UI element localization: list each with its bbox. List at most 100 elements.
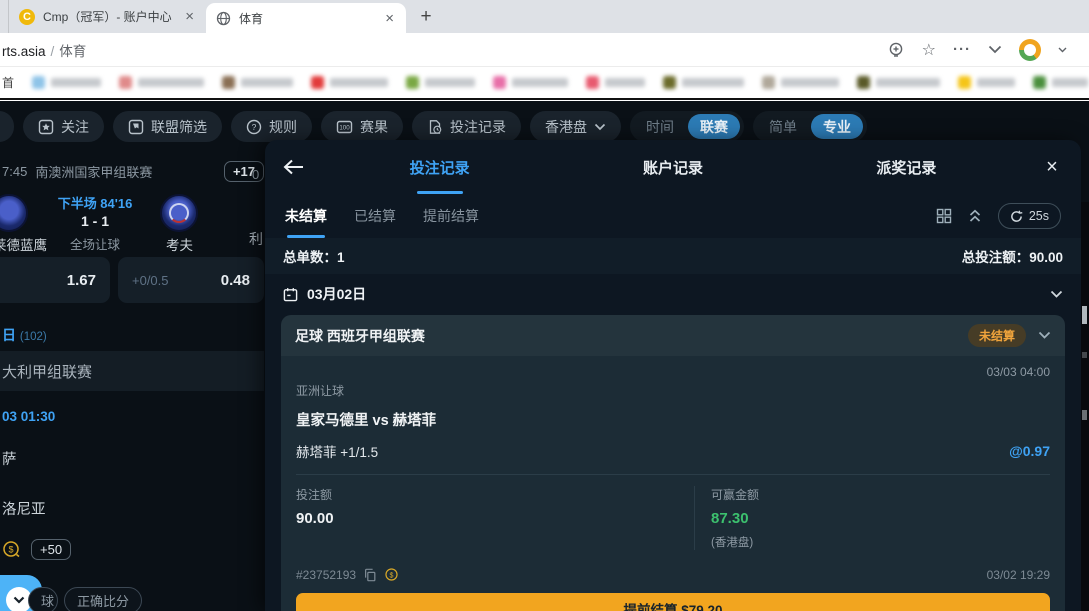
- bookmark-item[interactable]: [222, 76, 293, 89]
- url-text[interactable]: rts.asia/体育: [2, 40, 86, 60]
- page-insights-icon[interactable]: [887, 41, 905, 59]
- match-league-row: 7:45 南澳洲国家甲组联赛 +17: [2, 161, 264, 182]
- odds-type-label: 香港盘: [545, 117, 587, 137]
- bookmark-item[interactable]: [958, 76, 1015, 89]
- browser-tab-strip: C Cmp（冠军）- 账户中心 × 体育 × +: [0, 0, 1089, 33]
- odds-button-home[interactable]: 5 1.67: [0, 257, 110, 303]
- odds-value: 1.67: [67, 272, 96, 289]
- placed-time: 03/02 19:29: [987, 568, 1050, 582]
- clipped-text-fragment: 利: [249, 229, 263, 249]
- bookmark-item[interactable]: [493, 76, 568, 89]
- back-arrow-icon[interactable]: [265, 159, 323, 175]
- today-section-label[interactable]: 日 (102): [2, 325, 47, 345]
- svg-text:?: ?: [252, 122, 257, 132]
- bookmark-star-icon[interactable]: ☆: [922, 40, 936, 60]
- bet-card: 足球 西班牙甲组联赛 未结算 03/03 04:00 亚洲让球 皇家马德里 vs…: [281, 315, 1065, 611]
- date-group-label: 03月02日: [307, 284, 366, 304]
- follow-button[interactable]: 关注: [23, 111, 104, 142]
- toggle-league[interactable]: 联赛: [688, 114, 740, 139]
- new-tab-button[interactable]: +: [412, 3, 440, 31]
- toggle-simple[interactable]: 简单: [757, 117, 809, 137]
- league-filter-label: 联盟筛选: [151, 117, 207, 137]
- league-section-row[interactable]: 大利甲组联赛: [0, 351, 264, 391]
- plus-markets-badge[interactable]: +50: [31, 539, 71, 560]
- grid-view-icon[interactable]: [936, 208, 952, 224]
- bet-league: 足球 西班牙甲组联赛: [295, 326, 425, 346]
- bookmark-item[interactable]: [311, 76, 388, 89]
- tab-account-records[interactable]: 账户记录: [556, 141, 789, 194]
- bet-records-label: 投注记录: [450, 117, 506, 137]
- summary-row: 总单数：1 总投注额：90.00: [265, 238, 1081, 274]
- rules-label: 规则: [269, 117, 297, 137]
- collapse-all-icon[interactable]: [968, 209, 982, 223]
- kickoff-time: 03/03 04:00: [296, 356, 1050, 379]
- bookmark-item[interactable]: [857, 76, 940, 89]
- match-league-name: 南澳洲国家甲组联赛: [35, 162, 152, 181]
- clipped-text-fragment: 0: [252, 167, 259, 182]
- home-team-name: 莱德蓝鹰: [0, 234, 47, 254]
- right-edge-strip: [1081, 202, 1089, 611]
- match-period: 下半场 84'16: [0, 193, 190, 212]
- results-button[interactable]: 100 赛果: [321, 111, 403, 142]
- close-icon[interactable]: ×: [1023, 156, 1081, 179]
- bookmark-item[interactable]: [762, 76, 839, 89]
- browser-tab-account[interactable]: C Cmp（冠军）- 账户中心 ×: [8, 0, 206, 33]
- correct-score-pill[interactable]: 正确比分: [64, 587, 142, 611]
- svg-text:$: $: [8, 544, 13, 554]
- match-score: 1 - 1: [0, 213, 190, 229]
- calendar-icon: [283, 287, 298, 302]
- chevron-down-icon[interactable]: [988, 45, 1002, 54]
- profile-caret-icon[interactable]: [1058, 47, 1067, 53]
- odds-type-select[interactable]: 香港盘: [530, 111, 621, 142]
- tab-bet-records[interactable]: 投注记录: [323, 141, 556, 194]
- total-stake: 总投注额：90.00: [962, 246, 1063, 266]
- bookmark-item[interactable]: [406, 76, 475, 89]
- bookmark-item[interactable]: [1033, 76, 1088, 89]
- cashout-button[interactable]: 提前结算 $79.20: [296, 593, 1050, 611]
- toggle-pro[interactable]: 专业: [811, 114, 863, 139]
- chevron-down-icon[interactable]: [1038, 331, 1051, 340]
- subtab-settled[interactable]: 已结算: [354, 194, 396, 238]
- odds-type-note: (香港盘): [711, 534, 1050, 550]
- tab-close-icon[interactable]: ×: [383, 11, 396, 26]
- bookmark-item[interactable]: [32, 76, 101, 89]
- upcoming-match-time: 03 01:30: [2, 409, 55, 424]
- bet-card-header[interactable]: 足球 西班牙甲组联赛 未结算: [281, 315, 1065, 356]
- bookmark-text-fragment[interactable]: 首: [2, 74, 14, 91]
- match-time: 7:45: [2, 164, 27, 179]
- upcoming-home-team: 萨: [2, 448, 17, 469]
- win-value: 87.30: [711, 510, 1050, 527]
- sort-toggle: 时间 联赛: [630, 111, 744, 142]
- refresh-timer-button[interactable]: 25s: [998, 203, 1061, 229]
- tab-close-icon[interactable]: ×: [183, 9, 196, 24]
- bookmark-item[interactable]: [663, 76, 744, 89]
- toggle-time[interactable]: 时间: [634, 117, 686, 137]
- subtab-early-settled[interactable]: 提前结算: [423, 194, 479, 238]
- market-pill-fragment[interactable]: 球: [28, 587, 58, 611]
- bet-records-button[interactable]: 投注记录: [412, 111, 521, 142]
- date-group-row[interactable]: 03月02日: [265, 274, 1081, 314]
- cashout-coin-icon[interactable]: $: [384, 567, 399, 582]
- copy-icon[interactable]: [363, 568, 377, 582]
- away-team-name: 考夫: [166, 234, 193, 254]
- bookmark-item[interactable]: [586, 76, 645, 89]
- nav-stub-button[interactable]: [0, 111, 14, 142]
- more-options-icon[interactable]: ···: [953, 41, 971, 58]
- subtab-unsettled[interactable]: 未结算: [285, 194, 327, 238]
- modal-header: 投注记录 账户记录 派奖记录 ×: [265, 140, 1081, 194]
- rules-button[interactable]: ? 规则: [231, 111, 312, 142]
- today-count: (102): [20, 331, 47, 343]
- refresh-countdown: 25s: [1029, 209, 1049, 223]
- league-filter-button[interactable]: 联盟筛选: [113, 111, 222, 142]
- tab-payout-records[interactable]: 派奖记录: [790, 141, 1023, 194]
- stake-column: 投注额 90.00: [296, 486, 694, 550]
- browser-tab-sports[interactable]: 体育 ×: [206, 3, 406, 33]
- odds-button-away[interactable]: +0/0.5 0.48: [118, 257, 264, 303]
- address-bar[interactable]: rts.asia/体育 ☆ ···: [0, 33, 1089, 67]
- pill-label: 球: [41, 591, 54, 610]
- url-page: 体育: [59, 44, 86, 59]
- chevron-down-icon[interactable]: [1050, 290, 1063, 299]
- profile-avatar[interactable]: [1019, 39, 1041, 61]
- bet-records-modal: 投注记录 账户记录 派奖记录 × 未结算 已结算 提前结算: [265, 140, 1081, 611]
- bookmark-item[interactable]: [119, 76, 204, 89]
